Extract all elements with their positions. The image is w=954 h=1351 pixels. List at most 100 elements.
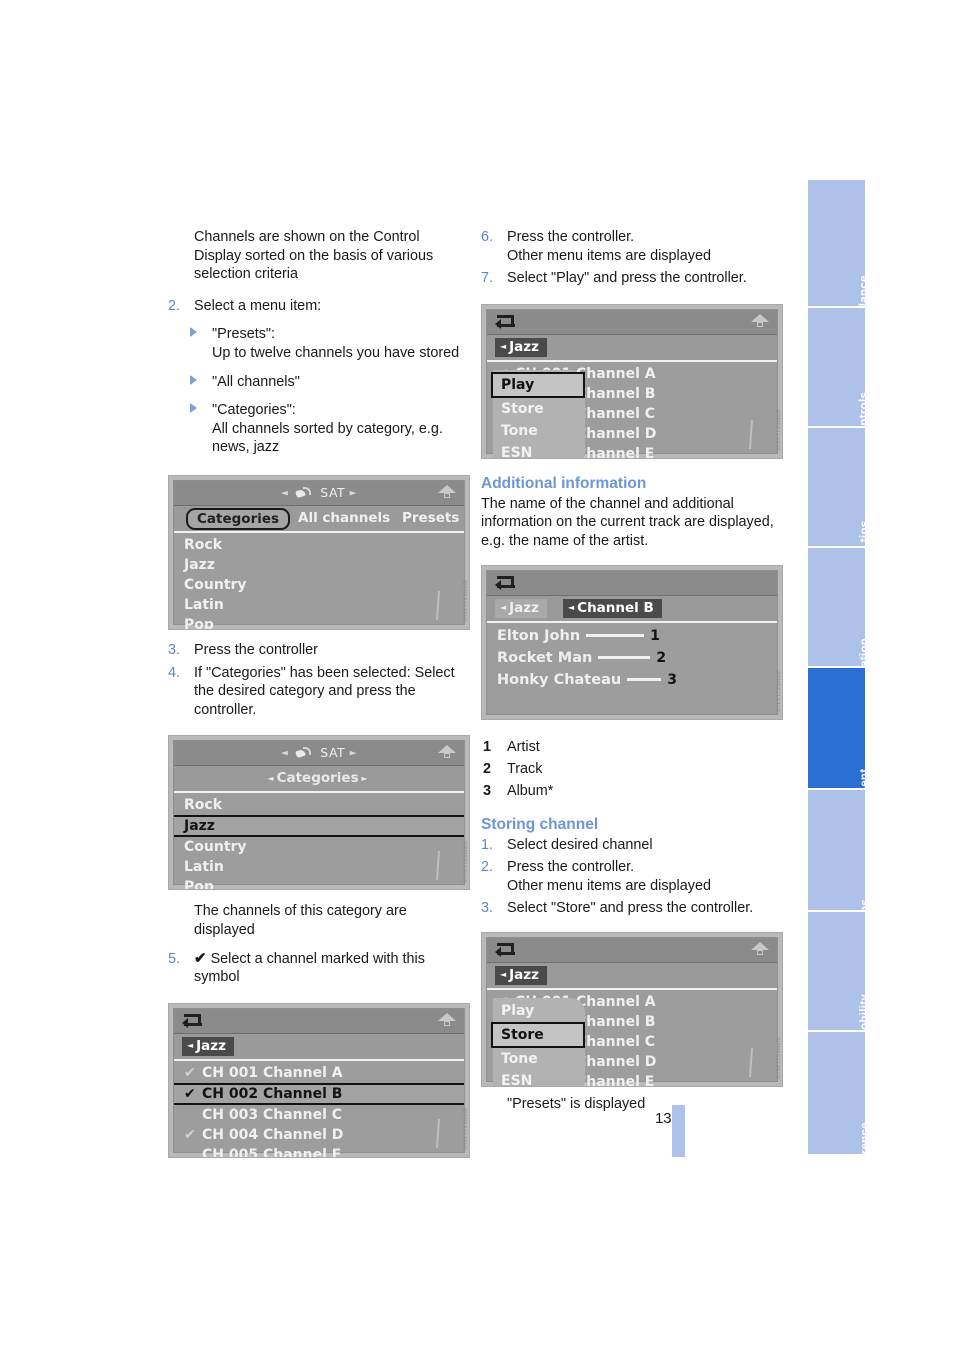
display-list: ✔ CH 001 Channel A ✔ CH 002 Channel B CH 0… xyxy=(174,1062,464,1157)
scroll-arc[interactable] xyxy=(748,1047,766,1077)
step-6: 6. Press the controller. Other menu item… xyxy=(481,228,783,265)
leader-line xyxy=(586,634,645,638)
left-caret-icon: ◄ xyxy=(500,603,507,613)
intro-paragraph: Channels are shown on the Control Displa… xyxy=(194,229,434,283)
storing-step-3: 3. Select "Store" and press the controll… xyxy=(481,899,783,918)
display-topbar xyxy=(174,1008,464,1034)
sidebar-item-entertainment[interactable]: Entertainment xyxy=(808,668,871,850)
list-item[interactable]: CH 003 Channel C xyxy=(174,1105,464,1125)
storing-step-3-text: Select "Store" and press the controller. xyxy=(507,900,754,917)
sidebar-item-driving-tips[interactable]: Driving tips xyxy=(808,428,871,587)
menu-item-play[interactable]: Play xyxy=(493,1000,585,1022)
list-item[interactable]: Pop xyxy=(174,615,464,629)
menu-item-esn[interactable]: ESN xyxy=(493,1070,585,1086)
menu-item-store[interactable]: Store xyxy=(493,398,585,420)
back-icon[interactable] xyxy=(182,1013,204,1028)
right-caret-icon: ► xyxy=(358,773,368,783)
breadcrumb-jazz[interactable]: ◄ Jazz xyxy=(495,965,548,985)
back-icon[interactable] xyxy=(495,942,517,957)
info-row-index: 2 xyxy=(656,649,667,666)
list-item[interactable]: Rock xyxy=(174,795,464,815)
sidebar-item-reference[interactable]: Reference xyxy=(808,1032,871,1180)
breadcrumb-channel-b[interactable]: ◄ Channel B xyxy=(563,598,662,618)
list-item[interactable]: Rock xyxy=(174,535,464,555)
tab-presets[interactable]: Presets xyxy=(402,510,459,526)
breadcrumb-jazz[interactable]: ◄ Jazz xyxy=(182,1036,235,1056)
display-topbar: ◄ SAT ► xyxy=(174,741,464,767)
list-item[interactable]: Latin xyxy=(174,595,464,615)
scroll-arc[interactable] xyxy=(435,851,453,881)
left-caret-icon: ◄ xyxy=(568,603,575,613)
scroll-arc[interactable] xyxy=(435,1118,453,1148)
list-item-label: CH 005 Channel E xyxy=(202,1146,342,1158)
sidebar-item-navigation[interactable]: Navigation xyxy=(808,548,871,700)
left-caret-icon: ◄ xyxy=(500,970,507,980)
home-icon xyxy=(751,941,769,958)
info-row-text: Elton John xyxy=(497,627,581,644)
breadcrumb-categories[interactable]: ◄ Categories ► xyxy=(174,770,464,786)
storing-step-1: 1. Select desired channel xyxy=(481,836,783,855)
menu-item-play[interactable]: Play xyxy=(491,371,585,398)
list-item-label: CH 001 Channel A xyxy=(202,1064,343,1081)
tab-categories[interactable]: Categories xyxy=(186,507,291,530)
additional-information-heading: Additional information xyxy=(481,474,647,492)
breadcrumb-jazz[interactable]: ◄ Jazz xyxy=(495,337,548,357)
storing-step-2-number: 2. xyxy=(481,859,494,876)
scroll-arc[interactable] xyxy=(748,419,766,449)
list-item[interactable]: ✔ CH 004 Channel D xyxy=(174,1125,464,1145)
info-row-index: 3 xyxy=(667,671,677,688)
step-7: 7. Select "Play" and press the controlle… xyxy=(481,269,783,288)
sidebar-item-at-a-glance[interactable]: At a glance xyxy=(808,180,871,340)
bullet-all-channels-text: "All channels" xyxy=(212,373,300,390)
triangle-bullet-icon xyxy=(190,403,197,414)
list-item[interactable]: Latin xyxy=(174,857,464,877)
left-column: Channels are shown on the Control Displa… xyxy=(168,228,470,1164)
sidebar-item-mobility[interactable]: Mobility xyxy=(808,912,871,1040)
home-icon xyxy=(438,484,456,501)
display-tabbar: ◄ Categories ► xyxy=(174,766,464,794)
additional-information-body: The name of the channel and additional i… xyxy=(481,495,774,549)
sidebar-item-controls[interactable]: Controls xyxy=(808,308,871,442)
info-row-text: Honky Chateau xyxy=(497,671,622,688)
step-2-number: 2. xyxy=(168,297,181,314)
bullet-categories: "Categories": All channels sorted by cat… xyxy=(190,401,470,457)
tab-all-channels[interactable]: All channels xyxy=(298,510,390,526)
breadcrumb-label: Jazz xyxy=(509,338,540,355)
list-item[interactable]: ✔ CH 001 Channel A xyxy=(174,1063,464,1083)
list-item-selected[interactable]: ✔ CH 002 Channel B xyxy=(174,1082,464,1105)
menu-item-esn[interactable]: ESN xyxy=(493,442,585,458)
display-list: Rock Jazz Country Latin Pop xyxy=(174,534,464,629)
display-topbar xyxy=(487,570,777,596)
sidebar-item-communications[interactable]: Communications xyxy=(808,790,871,996)
back-icon[interactable] xyxy=(495,314,517,329)
display-screenshot-channel-list: ◄ Jazz ✔ CH 001 Channel A ✔ CH 002 Channel … xyxy=(168,1002,470,1158)
bullet-presets-text: "Presets": Up to twelve channels you hav… xyxy=(212,326,460,361)
step-4-text: If "Categories" has been selected: Selec… xyxy=(194,664,455,718)
check-icon: ✔ xyxy=(184,1126,196,1143)
list-item[interactable]: Jazz xyxy=(174,555,464,575)
list-item[interactable]: Country xyxy=(174,575,464,595)
display-screenshot-category-list: ◄ SAT ► ◄Categories ► Rock Jazz Country xyxy=(168,735,470,891)
list-item[interactable]: Pop xyxy=(174,877,464,889)
bullet-all-channels: "All channels" xyxy=(190,373,470,392)
left-caret-icon: ◄ xyxy=(187,1041,194,1051)
back-icon[interactable] xyxy=(495,575,517,590)
display-frame: ◄Jazz ✔CH 001 Channel A CH 002 Channel B… xyxy=(486,936,778,1086)
list-item-selected[interactable]: Jazz xyxy=(174,815,464,838)
breadcrumb-jazz[interactable]: ◄ Jazz xyxy=(495,598,548,618)
list-item[interactable]: CH 005 Channel E xyxy=(174,1145,464,1158)
breadcrumb-label: Channel B xyxy=(577,599,654,616)
left-arrow-icon: ◄ xyxy=(280,748,289,759)
left-caret-icon: ◄ xyxy=(267,773,274,783)
leader-line xyxy=(598,656,651,660)
menu-item-tone[interactable]: Tone xyxy=(493,420,585,442)
scroll-arc[interactable] xyxy=(435,590,453,620)
display-frame: ◄ Jazz ◄ Channel B Elton John 1 Rocket Man 2… xyxy=(486,569,778,715)
satellite-icon xyxy=(293,486,311,500)
menu-item-store[interactable]: Store xyxy=(491,1021,585,1048)
menu-item-tone[interactable]: Tone xyxy=(493,1048,585,1070)
storing-channel-heading: Storing channel xyxy=(481,815,599,833)
display-title: SAT xyxy=(320,484,346,500)
list-item[interactable]: Country xyxy=(174,837,464,857)
display-topbar: ◄ SAT ► xyxy=(174,480,464,506)
